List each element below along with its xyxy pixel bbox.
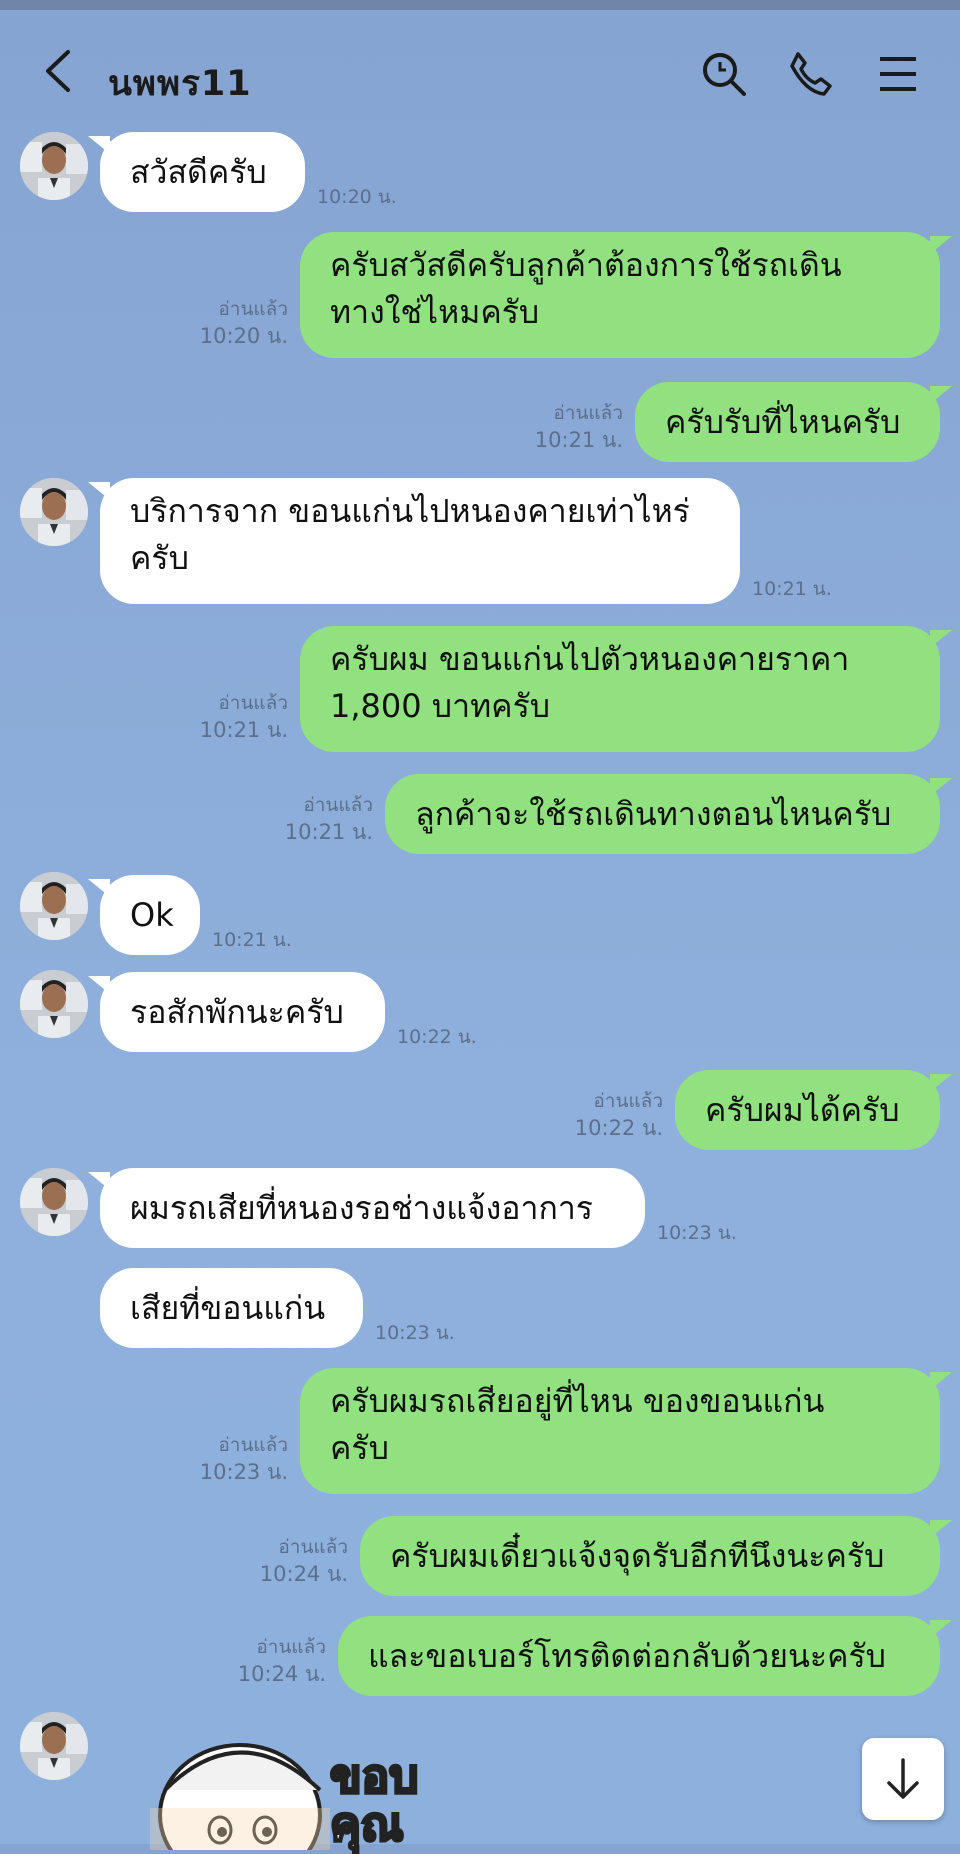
- message-text-line: ครับผมรถเสียอยู่ที่ไหน ของขอนแก่น: [330, 1382, 825, 1420]
- read-receipt: อ่านแล้ว 10:24 น.: [260, 1534, 348, 1588]
- message-text: ครับผมเดี๋ยวแจ้งจุดรับอีกทีนึงนะครับ: [390, 1537, 885, 1575]
- message-timestamp: 10:24 น.: [237, 1662, 326, 1686]
- message-timestamp: 10:24 น.: [259, 1562, 348, 1586]
- read-receipt: อ่านแล้ว 10:23 น.: [200, 1432, 288, 1486]
- message-timestamp: 10:22 น.: [574, 1116, 663, 1140]
- outgoing-message-bubble[interactable]: ครับผม ขอนแก่นไปตัวหนองคายราคา 1,800 บาทค…: [300, 626, 940, 752]
- read-receipt: อ่านแล้ว 10:22 น.: [575, 1088, 663, 1142]
- sticker-line: ขอบ: [328, 1749, 419, 1803]
- read-receipt: อ่านแล้ว 10:21 น.: [285, 792, 373, 846]
- search-icon[interactable]: [700, 50, 748, 98]
- sticker-line: คุณ: [328, 1797, 404, 1851]
- outgoing-message-bubble[interactable]: และขอเบอร์โทรติดต่อกลับด้วยนะครับ: [338, 1616, 940, 1696]
- message-timestamp: 10:21 น.: [534, 428, 623, 452]
- chat-title[interactable]: นพพร11: [108, 56, 252, 111]
- message-timestamp: 10:21 น.: [752, 578, 832, 600]
- avatar[interactable]: [20, 478, 88, 546]
- sticker-caption: ขอบ คุณ: [328, 1749, 419, 1851]
- message-timestamp: 10:22 น.: [397, 1026, 477, 1048]
- message-text: ผมรถเสียที่หนองรอช่างแจ้งอาการ: [130, 1189, 593, 1227]
- bubble-tail: [930, 236, 952, 254]
- back-arrow-icon[interactable]: [38, 48, 78, 94]
- message-timestamp: 10:21 น.: [212, 929, 292, 951]
- incoming-message-bubble[interactable]: รอสักพักนะครับ: [100, 972, 385, 1052]
- message-text-line: ทางใช่ไหมครับ: [330, 293, 540, 331]
- read-receipt: อ่านแล้ว 10:20 น.: [200, 296, 288, 350]
- message-timestamp: 10:21 น.: [284, 820, 373, 844]
- message-text: เสียที่ขอนแก่น: [130, 1289, 326, 1327]
- outgoing-message-bubble[interactable]: ครับผมเดี๋ยวแจ้งจุดรับอีกทีนึงนะครับ: [360, 1516, 940, 1596]
- outgoing-message-bubble[interactable]: ครับสวัสดีครับลูกค้าต้องการใช้รถเดินทางใ…: [300, 232, 940, 358]
- read-receipt: อ่านแล้ว 10:21 น.: [200, 690, 288, 744]
- bubble-tail: [88, 976, 110, 994]
- message-text-line: ครับผม ขอนแก่นไปตัวหนองคายราคา: [330, 640, 850, 678]
- bubble-tail: [930, 630, 952, 648]
- read-label: อ่านแล้ว: [218, 298, 288, 320]
- message-timestamp: 10:23 น.: [199, 1460, 288, 1484]
- incoming-message-bubble[interactable]: บริการจาก ขอนแก่นไปหนองคายเท่าไหร่ครับ: [100, 478, 740, 604]
- outgoing-message-bubble[interactable]: ลูกค้าจะใช้รถเดินทางตอนไหนครับ: [385, 774, 940, 854]
- read-label: อ่านแล้ว: [218, 692, 288, 714]
- message-timestamp: 10:20 น.: [317, 186, 397, 208]
- message-text: Ok: [130, 896, 174, 934]
- message-timestamp: 10:23 น.: [375, 1322, 455, 1344]
- message-text: รอสักพักนะครับ: [130, 993, 344, 1031]
- read-label: อ่านแล้ว: [303, 794, 373, 816]
- read-label: อ่านแล้ว: [218, 1434, 288, 1456]
- chat-header: นพพร11: [0, 10, 960, 130]
- message-text: สวัสดีครับ: [130, 153, 267, 191]
- read-label: อ่านแล้ว: [278, 1536, 348, 1558]
- message-timestamp: 10:21 น.: [199, 718, 288, 742]
- menu-icon[interactable]: [874, 50, 922, 98]
- message-text-line: ครับ: [130, 539, 189, 577]
- read-label: อ่านแล้ว: [593, 1090, 663, 1112]
- avatar[interactable]: [20, 1168, 88, 1236]
- message-text: ลูกค้าจะใช้รถเดินทางตอนไหนครับ: [415, 795, 892, 833]
- bubble-tail: [88, 879, 110, 897]
- read-label: อ่านแล้ว: [553, 402, 623, 424]
- message-text-line: 1,800 บาทครับ: [330, 687, 551, 725]
- bubble-tail: [930, 386, 952, 404]
- read-receipt: อ่านแล้ว 10:21 น.: [535, 400, 623, 454]
- message-text: ครับผมได้ครับ: [705, 1091, 900, 1129]
- status-strip: [0, 0, 960, 10]
- bubble-tail: [88, 482, 110, 500]
- read-label: อ่านแล้ว: [256, 1636, 326, 1658]
- message-text-line: ครับ: [330, 1429, 389, 1467]
- outgoing-message-bubble[interactable]: ครับผมได้ครับ: [675, 1070, 940, 1150]
- bubble-tail: [930, 778, 952, 796]
- thank-you-sticker: [150, 1720, 480, 1854]
- avatar[interactable]: [20, 970, 88, 1038]
- outgoing-message-bubble[interactable]: ครับผมรถเสียอยู่ที่ไหน ของขอนแก่นครับ: [300, 1368, 940, 1494]
- message-timestamp: 10:20 น.: [199, 324, 288, 348]
- incoming-message-bubble[interactable]: ผมรถเสียที่หนองรอช่างแจ้งอาการ: [100, 1168, 645, 1248]
- message-text: ครับรับที่ไหนครับ: [665, 403, 901, 441]
- incoming-message-bubble[interactable]: เสียที่ขอนแก่น: [100, 1268, 363, 1348]
- avatar[interactable]: [20, 132, 88, 200]
- avatar[interactable]: [20, 872, 88, 940]
- phone-icon[interactable]: [786, 50, 834, 98]
- scroll-down-button[interactable]: [862, 1738, 944, 1820]
- message-timestamp: 10:23 น.: [657, 1222, 737, 1244]
- message-text: และขอเบอร์โทรติดต่อกลับด้วยนะครับ: [368, 1637, 886, 1675]
- avatar[interactable]: [20, 1712, 88, 1780]
- arrow-down-icon: [887, 1758, 919, 1799]
- incoming-message-bubble[interactable]: สวัสดีครับ: [100, 132, 305, 212]
- read-receipt: อ่านแล้ว 10:24 น.: [238, 1634, 326, 1688]
- incoming-message-bubble[interactable]: Ok: [100, 875, 200, 955]
- message-text-line: ครับสวัสดีครับลูกค้าต้องการใช้รถเดิน: [330, 246, 842, 284]
- message-text-line: บริการจาก ขอนแก่นไปหนองคายเท่าไหร่: [130, 492, 690, 530]
- outgoing-message-bubble[interactable]: ครับรับที่ไหนครับ: [635, 382, 940, 462]
